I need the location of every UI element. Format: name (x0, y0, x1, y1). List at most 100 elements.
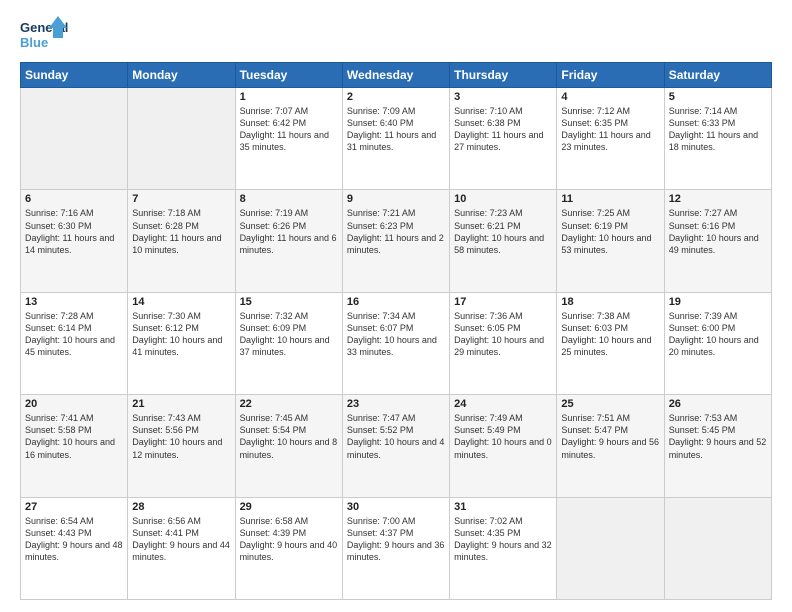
cell-info: Sunrise: 7:34 AM Sunset: 6:07 PM Dayligh… (347, 310, 445, 359)
calendar-cell: 11 Sunrise: 7:25 AM Sunset: 6:19 PM Dayli… (557, 190, 664, 292)
calendar-cell: 3 Sunrise: 7:10 AM Sunset: 6:38 PM Daylig… (450, 88, 557, 190)
svg-text:Blue: Blue (20, 35, 48, 50)
calendar-cell: 4 Sunrise: 7:12 AM Sunset: 6:35 PM Daylig… (557, 88, 664, 190)
calendar-cell: 24Sunrise: 7:49 AM Sunset: 5:49 PM Dayli… (450, 395, 557, 497)
day-number: 23 (347, 398, 445, 410)
cell-info: Sunrise: 7:30 AM Sunset: 6:12 PM Dayligh… (132, 310, 230, 359)
calendar-cell: 19 Sunrise: 7:39 AM Sunset: 6:00 PM Dayli… (664, 292, 771, 394)
calendar-header-row: SundayMondayTuesdayWednesdayThursdayFrid… (21, 63, 772, 88)
day-header-wednesday: Wednesday (342, 63, 449, 88)
cell-info: Sunrise: 7:19 AM Sunset: 6:26 PM Dayligh… (240, 207, 338, 256)
day-number: 29 (240, 501, 338, 513)
calendar-cell: 14Sunrise: 7:30 AM Sunset: 6:12 PM Dayli… (128, 292, 235, 394)
calendar-cell (128, 88, 235, 190)
cell-info: Sunrise: 7:14 AM Sunset: 6:33 PM Dayligh… (669, 105, 767, 154)
calendar-cell: 26Sunrise: 7:53 AM Sunset: 5:45 PM Dayli… (664, 395, 771, 497)
cell-info: Sunrise: 7:36 AM Sunset: 6:05 PM Dayligh… (454, 310, 552, 359)
calendar-cell: 29 Sunrise: 6:58 AM Sunset: 4:39 PM Dayli… (235, 497, 342, 599)
day-header-saturday: Saturday (664, 63, 771, 88)
cell-info: Sunrise: 7:07 AM Sunset: 6:42 PM Dayligh… (240, 105, 338, 154)
day-number: 15 (240, 296, 338, 308)
cell-info: Sunrise: 7:47 AM Sunset: 5:52 PM Dayligh… (347, 412, 445, 461)
cell-info: Sunrise: 7:12 AM Sunset: 6:35 PM Dayligh… (561, 105, 659, 154)
cell-info: Sunrise: 7:16 AM Sunset: 6:30 PM Dayligh… (25, 207, 123, 256)
cell-info: Sunrise: 7:10 AM Sunset: 6:38 PM Dayligh… (454, 105, 552, 154)
calendar-cell: 20 Sunrise: 7:41 AM Sunset: 5:58 PM Dayli… (21, 395, 128, 497)
calendar-cell: 25 Sunrise: 7:51 AM Sunset: 5:47 PM Dayli… (557, 395, 664, 497)
day-number: 19 (669, 296, 767, 308)
calendar-week-0: 1 Sunrise: 7:07 AM Sunset: 6:42 PM Daylig… (21, 88, 772, 190)
calendar-cell: 27Sunrise: 6:54 AM Sunset: 4:43 PM Dayli… (21, 497, 128, 599)
cell-info: Sunrise: 7:00 AM Sunset: 4:37 PM Dayligh… (347, 515, 445, 564)
page: General Blue SundayMondayTuesdayWednesda… (0, 0, 792, 612)
calendar-cell: 31 Sunrise: 7:02 AM Sunset: 4:35 PM Dayli… (450, 497, 557, 599)
header: General Blue (20, 16, 772, 54)
cell-info: Sunrise: 6:56 AM Sunset: 4:41 PM Dayligh… (132, 515, 230, 564)
day-number: 3 (454, 91, 552, 103)
day-number: 18 (561, 296, 659, 308)
day-number: 7 (132, 193, 230, 205)
cell-info: Sunrise: 7:53 AM Sunset: 5:45 PM Dayligh… (669, 412, 767, 461)
cell-info: Sunrise: 7:41 AM Sunset: 5:58 PM Dayligh… (25, 412, 123, 461)
calendar-cell: 30 Sunrise: 7:00 AM Sunset: 4:37 PM Dayli… (342, 497, 449, 599)
calendar-cell: 7 Sunrise: 7:18 AM Sunset: 6:28 PM Daylig… (128, 190, 235, 292)
day-number: 21 (132, 398, 230, 410)
day-number: 30 (347, 501, 445, 513)
day-number: 2 (347, 91, 445, 103)
cell-info: Sunrise: 7:02 AM Sunset: 4:35 PM Dayligh… (454, 515, 552, 564)
cell-info: Sunrise: 7:39 AM Sunset: 6:00 PM Dayligh… (669, 310, 767, 359)
calendar-cell: 22 Sunrise: 7:45 AM Sunset: 5:54 PM Dayli… (235, 395, 342, 497)
day-number: 25 (561, 398, 659, 410)
calendar-table: SundayMondayTuesdayWednesdayThursdayFrid… (20, 62, 772, 600)
day-number: 12 (669, 193, 767, 205)
calendar-week-4: 27Sunrise: 6:54 AM Sunset: 4:43 PM Dayli… (21, 497, 772, 599)
day-number: 27 (25, 501, 123, 513)
calendar-cell: 6 Sunrise: 7:16 AM Sunset: 6:30 PM Daylig… (21, 190, 128, 292)
day-number: 13 (25, 296, 123, 308)
cell-info: Sunrise: 7:27 AM Sunset: 6:16 PM Dayligh… (669, 207, 767, 256)
day-number: 10 (454, 193, 552, 205)
calendar-cell: 2Sunrise: 7:09 AM Sunset: 6:40 PM Daylig… (342, 88, 449, 190)
day-number: 11 (561, 193, 659, 205)
day-header-sunday: Sunday (21, 63, 128, 88)
logo: General Blue (20, 16, 68, 54)
calendar-cell: 16 Sunrise: 7:34 AM Sunset: 6:07 PM Dayli… (342, 292, 449, 394)
calendar-cell: 5 Sunrise: 7:14 AM Sunset: 6:33 PM Daylig… (664, 88, 771, 190)
day-number: 6 (25, 193, 123, 205)
day-number: 31 (454, 501, 552, 513)
cell-info: Sunrise: 6:58 AM Sunset: 4:39 PM Dayligh… (240, 515, 338, 564)
day-number: 17 (454, 296, 552, 308)
calendar-cell: 10Sunrise: 7:23 AM Sunset: 6:21 PM Dayli… (450, 190, 557, 292)
cell-info: Sunrise: 7:28 AM Sunset: 6:14 PM Dayligh… (25, 310, 123, 359)
calendar-cell: 18 Sunrise: 7:38 AM Sunset: 6:03 PM Dayli… (557, 292, 664, 394)
calendar-cell (21, 88, 128, 190)
cell-info: Sunrise: 7:25 AM Sunset: 6:19 PM Dayligh… (561, 207, 659, 256)
day-number: 5 (669, 91, 767, 103)
cell-info: Sunrise: 7:51 AM Sunset: 5:47 PM Dayligh… (561, 412, 659, 461)
day-number: 9 (347, 193, 445, 205)
calendar-cell: 21 Sunrise: 7:43 AM Sunset: 5:56 PM Dayli… (128, 395, 235, 497)
calendar-cell: 15 Sunrise: 7:32 AM Sunset: 6:09 PM Dayli… (235, 292, 342, 394)
calendar-cell: 1 Sunrise: 7:07 AM Sunset: 6:42 PM Daylig… (235, 88, 342, 190)
cell-info: Sunrise: 7:32 AM Sunset: 6:09 PM Dayligh… (240, 310, 338, 359)
day-number: 16 (347, 296, 445, 308)
cell-info: Sunrise: 7:18 AM Sunset: 6:28 PM Dayligh… (132, 207, 230, 256)
cell-info: Sunrise: 7:38 AM Sunset: 6:03 PM Dayligh… (561, 310, 659, 359)
calendar-cell: 12 Sunrise: 7:27 AM Sunset: 6:16 PM Dayli… (664, 190, 771, 292)
day-number: 20 (25, 398, 123, 410)
day-number: 1 (240, 91, 338, 103)
cell-info: Sunrise: 7:21 AM Sunset: 6:23 PM Dayligh… (347, 207, 445, 256)
calendar-week-3: 20 Sunrise: 7:41 AM Sunset: 5:58 PM Dayli… (21, 395, 772, 497)
day-header-monday: Monday (128, 63, 235, 88)
day-header-friday: Friday (557, 63, 664, 88)
calendar-cell: 9 Sunrise: 7:21 AM Sunset: 6:23 PM Daylig… (342, 190, 449, 292)
cell-info: Sunrise: 7:43 AM Sunset: 5:56 PM Dayligh… (132, 412, 230, 461)
cell-info: Sunrise: 7:45 AM Sunset: 5:54 PM Dayligh… (240, 412, 338, 461)
day-number: 24 (454, 398, 552, 410)
logo-svg: General Blue (20, 16, 68, 54)
day-number: 22 (240, 398, 338, 410)
calendar-cell: 13 Sunrise: 7:28 AM Sunset: 6:14 PM Dayli… (21, 292, 128, 394)
day-header-tuesday: Tuesday (235, 63, 342, 88)
calendar-cell: 17 Sunrise: 7:36 AM Sunset: 6:05 PM Dayli… (450, 292, 557, 394)
day-number: 4 (561, 91, 659, 103)
